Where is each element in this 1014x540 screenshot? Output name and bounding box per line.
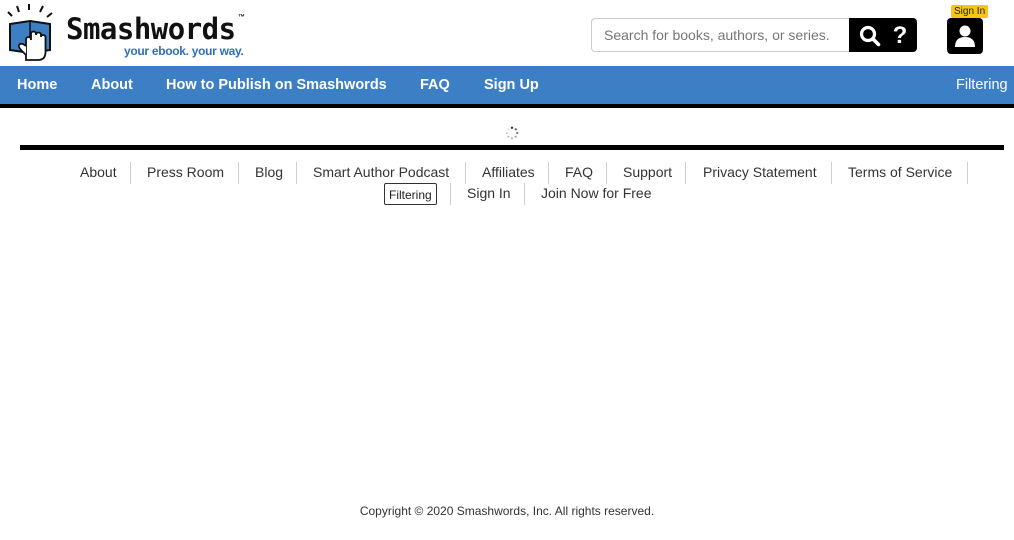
content-divider [20, 145, 1004, 150]
logo-tagline: your ebook. your way. [124, 44, 244, 58]
loading-spinner-icon [505, 126, 519, 140]
search-icon [859, 25, 881, 47]
footer-separator [524, 183, 525, 205]
footer-separator [548, 162, 549, 184]
footer-separator [130, 162, 131, 184]
footer-separator [685, 162, 686, 184]
search-button-group: ? [849, 18, 917, 52]
user-icon [955, 25, 975, 47]
nav-sign-up[interactable]: Sign Up [484, 66, 539, 104]
footer-link-press-room[interactable]: Press Room [147, 164, 224, 180]
footer-link-affiliates[interactable]: Affiliates [482, 164, 535, 180]
footer-separator [450, 183, 451, 205]
footer-separator [296, 162, 297, 184]
footer-link-about[interactable]: About [80, 164, 117, 180]
site-header: Smashwords ™ your ebook. your way. ? Sig… [0, 0, 1014, 66]
search-button[interactable] [852, 18, 886, 52]
copyright-text: Copyright © 2020 Smashwords, Inc. All ri… [359, 504, 655, 518]
filtering-button[interactable]: Filtering [384, 183, 437, 205]
help-icon: ? [892, 22, 908, 49]
footer-link-blog[interactable]: Blog [255, 164, 283, 180]
footer-separator [606, 162, 607, 184]
footer-link-terms-of-service[interactable]: Terms of Service [848, 164, 952, 180]
footer-link-support[interactable]: Support [623, 164, 672, 180]
nav-how-to-publish[interactable]: How to Publish on Smashwords [166, 66, 387, 104]
footer-separator [238, 162, 239, 184]
footer-link-join-now[interactable]: Join Now for Free [541, 185, 651, 201]
footer-separator [831, 162, 832, 184]
footer-separator [465, 162, 466, 184]
nav-home[interactable]: Home [17, 66, 57, 104]
footer-separator [967, 162, 968, 184]
main-nav: Home About How to Publish on Smashwords … [0, 66, 1014, 108]
nav-filtering[interactable]: Filtering [956, 66, 1008, 104]
footer-link-faq[interactable]: FAQ [565, 164, 593, 180]
search-input[interactable] [591, 18, 849, 52]
account-button[interactable] [947, 18, 983, 54]
nav-about[interactable]: About [91, 66, 133, 104]
logo-wordmark: Smashwords [66, 12, 236, 46]
logo-trademark: ™ [238, 14, 245, 21]
footer-link-sign-in[interactable]: Sign In [467, 185, 511, 201]
smashwords-logo-icon [7, 4, 53, 61]
help-button[interactable]: ? [883, 18, 917, 52]
sign-in-tooltip: Sign In [951, 5, 989, 22]
nav-faq[interactable]: FAQ [420, 66, 450, 104]
footer-link-smart-author-podcast[interactable]: Smart Author Podcast [313, 164, 449, 180]
footer-link-privacy-statement[interactable]: Privacy Statement [703, 164, 817, 180]
smashwords-logo[interactable]: Smashwords ™ your ebook. your way. [6, 4, 251, 62]
